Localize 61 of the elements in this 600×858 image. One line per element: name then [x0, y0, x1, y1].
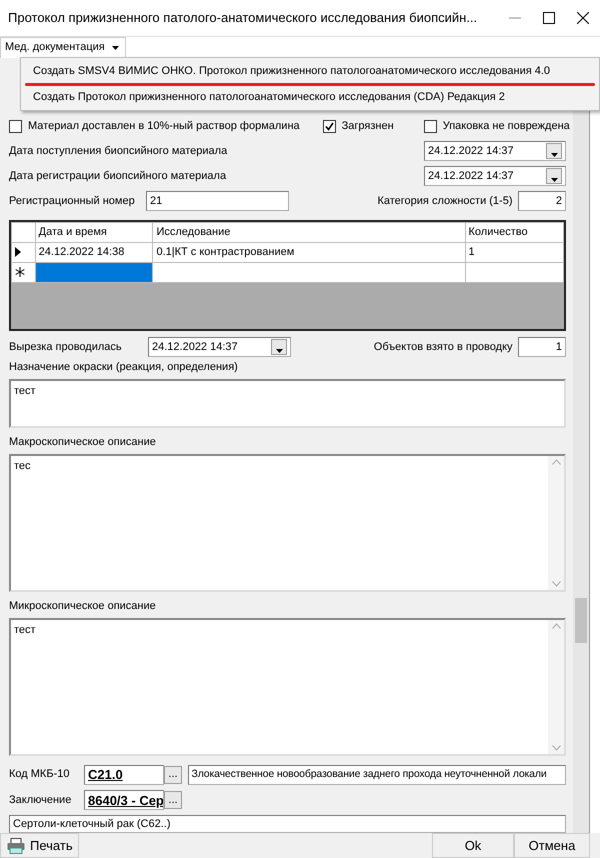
date-field[interactable]: 24.12.2022 14:37	[148, 337, 291, 358]
text-value: тес	[13, 458, 32, 474]
print-button[interactable]: Печать	[0, 833, 80, 858]
field-label: Микроскопическое описание	[9, 599, 157, 614]
table-cell[interactable]	[35, 262, 153, 283]
field-label: Заключение	[9, 793, 72, 808]
table-cell[interactable]: 0.1|КТ с контрастрованием	[152, 242, 466, 263]
input-field[interactable]: 1	[518, 337, 566, 358]
checkbox[interactable]	[322, 120, 336, 133]
caret-icon	[548, 175, 560, 184]
checkbox-label: Упаковка не повреждена	[442, 118, 570, 134]
description-field: Злокачественное новообразование заднего прохода неуточненной локали	[188, 764, 566, 785]
table-cell[interactable]: 1	[465, 242, 564, 263]
scrollbar-thumb[interactable]	[575, 598, 587, 643]
check-icon	[324, 122, 334, 131]
field-label: Дата поступления биопсийного материала	[9, 144, 228, 160]
row-pointer-icon	[15, 247, 21, 258]
column-header[interactable]: Исследование	[152, 222, 466, 243]
input-field[interactable]: 2	[518, 191, 566, 212]
menu-item[interactable]: Создать SMSV4 ВИМИС ОНКО. Протокол прижизненного патологоанатомического исследования 4.0	[21, 60, 599, 82]
field-label: Категория сложности (1-5)	[377, 194, 512, 209]
checkbox-label: Загрязнен	[342, 118, 394, 134]
column-header[interactable]: Дата и время	[35, 222, 153, 243]
field-label: Назначение окраски (реакция, определения)	[9, 360, 239, 376]
field-label: Объектов взято в проводку	[374, 340, 512, 355]
text-value: тест	[13, 622, 37, 638]
checkbox[interactable]	[424, 120, 437, 133]
text-area[interactable]: Сертоли-клеточный рак (С62..)	[9, 815, 566, 833]
caret-icon	[274, 346, 284, 354]
field-label: Дата регистрации биопсийного материала	[9, 168, 228, 184]
ok-button[interactable]: Ok	[432, 833, 514, 858]
input-field[interactable]: 21	[146, 191, 289, 212]
menu-label: Мед. документация	[5, 40, 105, 56]
maximize-icon	[543, 12, 555, 24]
dropdown-button[interactable]	[271, 339, 287, 356]
field-label: Вырезка проводилась	[9, 340, 123, 355]
printer-icon	[6, 838, 24, 854]
dropdown-button[interactable]	[546, 143, 562, 160]
menu-item[interactable]: Создать Протокол прижизненного патологоанатомического исследования (CDA) Редакция 2	[21, 86, 599, 108]
code-field[interactable]: C21.0	[84, 764, 164, 785]
code-field[interactable]: 8640/3 - Сер	[84, 790, 164, 810]
caret-icon	[548, 150, 560, 158]
menu-button[interactable]: Мед. документация	[0, 36, 126, 58]
date-field[interactable]: 24.12.2022 14:37	[424, 166, 566, 186]
window-title: Протокол прижизненного патолого-анатомического исследования биопсийн...	[8, 9, 478, 28]
field-label: Макроскопическое описание	[9, 435, 157, 450]
text-area[interactable]: тест	[9, 378, 566, 428]
browse-button[interactable]: ...	[164, 791, 182, 810]
close-icon	[577, 12, 589, 24]
minimize-icon	[509, 17, 521, 19]
dropdown-button[interactable]	[546, 168, 562, 184]
field-label: Регистрационный номер	[9, 194, 136, 209]
browse-button[interactable]: ...	[164, 766, 182, 784]
cancel-button[interactable]: Отмена	[514, 833, 590, 858]
field-label: Код МКБ-10	[9, 767, 70, 782]
text-value: тест	[13, 384, 37, 399]
asterisk-icon	[15, 267, 25, 278]
date-field[interactable]: 24.12.2022 14:37	[424, 141, 566, 162]
column-header[interactable]: Количество	[465, 222, 564, 243]
checkbox[interactable]	[9, 120, 22, 133]
checkbox-label: Материал доставлен в 10%-ный раствор формалина	[28, 118, 300, 134]
